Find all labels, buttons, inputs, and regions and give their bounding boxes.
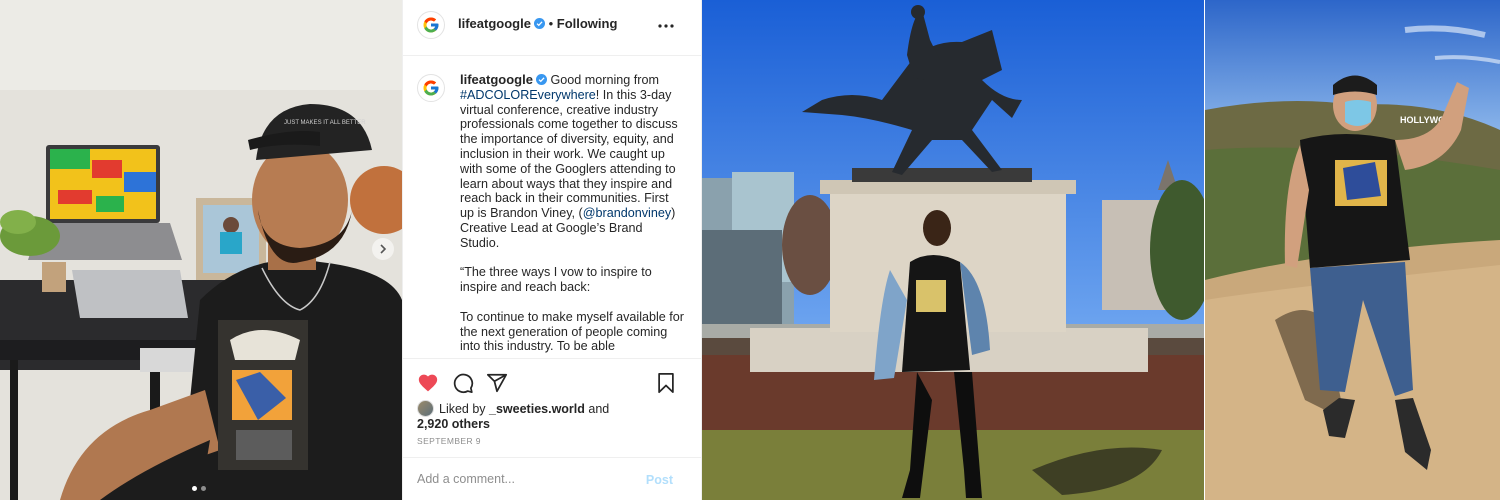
hashtag-link[interactable]: #ADCOLOREverywhere [460,88,596,102]
liker-username[interactable]: _sweeties.world [489,402,585,416]
liked-by-prefix: Liked by [439,402,490,416]
post-actions [417,372,689,396]
instagram-post-panel: lifeatgoogle • Following lifeatgoogle Go… [402,0,703,500]
cap-lettering: JUST MAKES IT ALL BETTER [284,120,366,126]
verified-badge-icon [533,18,545,29]
photo-man-at-hollywood-sign: HOLLYWOOD [1205,0,1500,500]
profile-avatar[interactable] [417,11,445,39]
carousel-dot [201,486,206,491]
carousel-indicator [192,486,206,491]
next-slide-button[interactable] [372,238,394,260]
heart-icon[interactable] [417,372,439,394]
post-date[interactable]: SEPTEMBER 9 [417,436,481,446]
mention-link[interactable]: @brandonviney [583,206,671,220]
photo-man-at-desk: JUST MAKES IT ALL BETTER [0,0,402,500]
caption-area: lifeatgoogle Good morning from #ADCOLORE… [403,56,703,358]
likes-summary: Liked by _sweeties.world and 2,920 other… [417,400,689,432]
caption-text: Good morning from [550,73,663,87]
liker-avatar [417,400,434,417]
likes-count[interactable]: 2,920 others [417,417,490,431]
caption-username[interactable]: lifeatgoogle [460,72,533,87]
photo-woman-at-statue [702,0,1204,500]
more-icon[interactable] [655,16,677,36]
caption-text: ! In this 3-day virtual conference, crea… [460,87,682,221]
header-username[interactable]: lifeatgoogle [458,16,531,31]
post-header: lifeatgoogle • Following [403,0,703,56]
liked-by-and: and [584,402,610,416]
caption-text: ) Creative Lead at Google’s Brand Studio… [460,206,684,354]
following-button[interactable]: Following [557,16,618,31]
caption-avatar[interactable] [417,74,445,102]
chevron-right-icon [380,244,387,254]
comment-bar: Add a comment... Post [403,457,703,500]
google-logo-icon [423,80,439,96]
comment-input[interactable]: Add a comment... [417,472,515,486]
verified-badge-icon [535,74,547,85]
divider [403,358,703,359]
share-icon[interactable] [486,372,508,394]
google-logo-icon [423,17,439,33]
carousel-dot-active [192,486,197,491]
post-comment-button[interactable]: Post [646,473,673,487]
post-caption: lifeatgoogle Good morning from #ADCOLORE… [460,72,684,354]
comment-icon[interactable] [452,372,474,394]
bookmark-icon[interactable] [655,372,677,394]
follow-separator: • [548,16,554,31]
